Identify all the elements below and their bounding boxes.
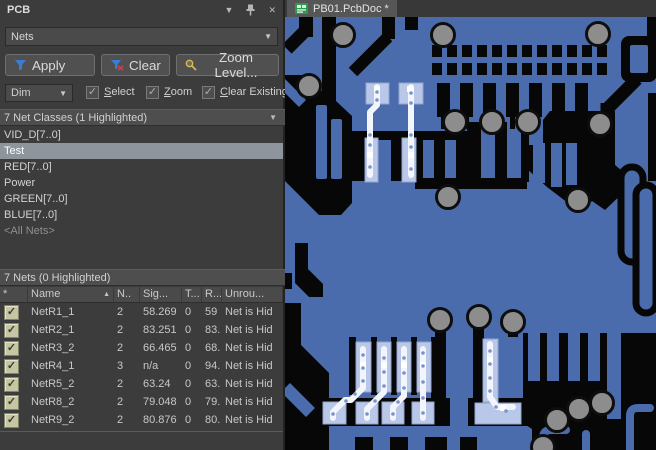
col-name[interactable]: Name ▲	[28, 287, 114, 302]
zoom-label: Zoom	[164, 86, 193, 98]
net-class-item[interactable]: Power	[0, 175, 283, 191]
select-label: Select	[104, 86, 135, 98]
pcb-document-icon	[295, 3, 308, 14]
row-checkbox[interactable]: ✓	[4, 376, 19, 392]
tab-label: PB01.PcbDoc *	[313, 2, 389, 15]
pcb-layout	[285, 17, 656, 450]
table-row[interactable]: ✓ NetR9_2 2 80.876 0 80. Net is Hid	[0, 411, 283, 429]
table-row[interactable]: ✓ NetR1_1 2 58.269 0 59 Net is Hid	[0, 303, 283, 321]
row-checkbox[interactable]: ✓	[4, 340, 19, 356]
table-row[interactable]: ✓ NetR3_2 2 66.465 0 68. Net is Hid	[0, 339, 283, 357]
pin-icon[interactable]	[245, 4, 256, 16]
row-checkbox[interactable]: ✓	[4, 394, 19, 410]
select-checkbox[interactable]: ✓	[86, 86, 99, 99]
nets-table: ✓ NetR1_1 2 58.269 0 59 Net is Hid ✓ Net…	[0, 303, 283, 429]
net-classes-list: VID_D[7..0] Test RED[7..0] Power GREEN[7…	[0, 127, 283, 239]
row-checkbox[interactable]: ✓	[4, 322, 19, 338]
col-unrouted[interactable]: Unrou...	[222, 287, 283, 302]
apply-button[interactable]: Apply	[5, 54, 95, 76]
tab-pcbdoc[interactable]: PB01.PcbDoc *	[287, 0, 397, 17]
net-classes-header-label: 7 Net Classes (1 Highlighted)	[4, 111, 148, 124]
funnel-icon	[15, 60, 26, 71]
magnifier-icon	[185, 59, 197, 71]
col-nodes[interactable]: N..	[114, 287, 140, 302]
net-class-item[interactable]: <All Nets>	[0, 223, 283, 239]
document-tab-bar: PB01.PcbDoc *	[285, 0, 656, 17]
net-class-item[interactable]: Test	[0, 143, 283, 159]
table-row[interactable]: ✓ NetR8_2 2 79.048 0 79. Net is Hid	[0, 393, 283, 411]
close-icon[interactable]: ✕	[268, 5, 276, 16]
chevron-down-icon: ▼	[264, 32, 272, 41]
panel-menu-dropdown-icon[interactable]: ▼	[225, 5, 234, 15]
zoom-checkbox[interactable]: ✓	[146, 86, 159, 99]
net-class-item[interactable]: GREEN[7..0]	[0, 191, 283, 207]
clear-button[interactable]: Clear	[101, 54, 170, 76]
funnel-clear-icon	[111, 60, 124, 71]
chevron-down-icon: ▼	[59, 88, 67, 98]
net-class-item[interactable]: BLUE[7..0]	[0, 207, 283, 223]
nets-header-label: 7 Nets (0 Highlighted)	[4, 271, 111, 284]
clear-existing-label: Clear Existing	[220, 86, 288, 98]
row-checkbox[interactable]: ✓	[4, 412, 19, 428]
net-class-item[interactable]: VID_D[7..0]	[0, 127, 283, 143]
nets-table-header: * Name ▲ N.. Sig... T... R... Unrou...	[0, 287, 283, 303]
pcb-editor-canvas[interactable]	[285, 17, 656, 450]
application-window: PCB ▼ ✕ Nets ▼ Apply Clear Zoom Level...…	[0, 0, 656, 450]
panel-divider	[0, 431, 283, 432]
apply-label: Apply	[32, 57, 66, 73]
row-checkbox[interactable]: ✓	[4, 304, 19, 320]
options-row: Dim ▼ ✓ Select ✓ Zoom ✓ Clear Existing	[0, 84, 288, 103]
net-classes-header: 7 Net Classes (1 Highlighted) ▼	[0, 109, 285, 126]
col-routed[interactable]: R...	[202, 287, 222, 302]
table-row[interactable]: ✓ NetR5_2 2 63.24 0 63. Net is Hid	[0, 375, 283, 393]
clear-existing-checkbox[interactable]: ✓	[202, 86, 215, 99]
col-t[interactable]: T...	[182, 287, 202, 302]
clear-label: Clear	[129, 57, 161, 73]
table-row[interactable]: ✓ NetR2_1 2 83.251 0 83. Net is Hid	[0, 321, 283, 339]
sort-asc-icon: ▲	[103, 291, 110, 298]
net-class-item[interactable]: RED[7..0]	[0, 159, 283, 175]
chevron-down-icon[interactable]: ▼	[269, 113, 277, 122]
row-checkbox[interactable]: ✓	[4, 358, 19, 374]
panel-title: PCB	[7, 4, 31, 16]
panel-mode-value: Nets	[11, 30, 34, 43]
pcb-panel: PCB ▼ ✕ Nets ▼ Apply Clear Zoom Level...…	[0, 0, 288, 450]
nets-header: 7 Nets (0 Highlighted)	[0, 269, 285, 286]
col-signal[interactable]: Sig...	[140, 287, 182, 302]
panel-header: PCB ▼ ✕	[0, 0, 283, 20]
table-row[interactable]: ✓ NetR4_1 3 n/a 0 94. Net is Hid	[0, 357, 283, 375]
dim-select[interactable]: Dim ▼	[5, 84, 73, 102]
zoom-level-button[interactable]: Zoom Level...	[176, 50, 279, 80]
zoom-level-label: Zoom Level...	[214, 50, 258, 80]
col-selected[interactable]: *	[0, 287, 28, 302]
panel-mode-select[interactable]: Nets ▼	[5, 27, 278, 46]
dim-value: Dim	[11, 87, 31, 99]
